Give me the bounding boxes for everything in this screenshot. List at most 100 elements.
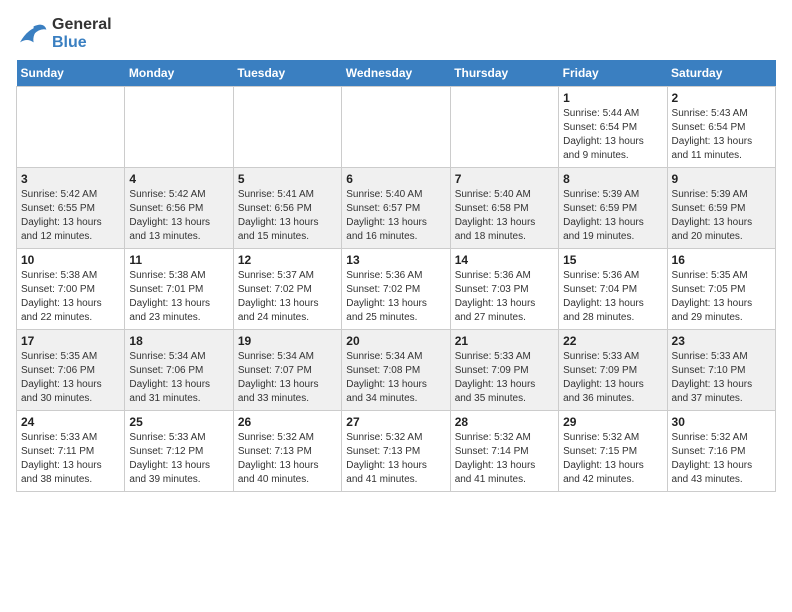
day-info: Sunrise: 5:39 AM Sunset: 6:59 PM Dayligh… bbox=[672, 188, 771, 244]
calendar-header-tuesday: Tuesday bbox=[233, 60, 341, 87]
calendar-header-wednesday: Wednesday bbox=[342, 60, 450, 87]
day-info: Sunrise: 5:43 AM Sunset: 6:54 PM Dayligh… bbox=[672, 107, 771, 163]
calendar-cell: 3 Sunrise: 5:42 AM Sunset: 6:55 PM Daylig… bbox=[17, 168, 125, 249]
day-info: Sunrise: 5:32 AM Sunset: 7:16 PM Dayligh… bbox=[672, 431, 771, 487]
day-info: Sunrise: 5:34 AM Sunset: 7:08 PM Dayligh… bbox=[346, 350, 445, 406]
day-info: Sunrise: 5:41 AM Sunset: 6:56 PM Dayligh… bbox=[238, 188, 337, 244]
calendar-cell: 4 Sunrise: 5:42 AM Sunset: 6:56 PM Daylig… bbox=[125, 168, 233, 249]
day-number: 21 bbox=[455, 334, 554, 348]
calendar-cell: 2 Sunrise: 5:43 AM Sunset: 6:54 PM Daylig… bbox=[667, 87, 775, 168]
day-number: 12 bbox=[238, 253, 337, 267]
day-info: Sunrise: 5:36 AM Sunset: 7:04 PM Dayligh… bbox=[563, 269, 662, 325]
day-number: 5 bbox=[238, 172, 337, 186]
logo-text: General Blue bbox=[52, 16, 112, 52]
calendar-header-saturday: Saturday bbox=[667, 60, 775, 87]
day-info: Sunrise: 5:35 AM Sunset: 7:06 PM Dayligh… bbox=[21, 350, 120, 406]
calendar-cell: 19 Sunrise: 5:34 AM Sunset: 7:07 PM Dayli… bbox=[233, 330, 341, 411]
day-info: Sunrise: 5:32 AM Sunset: 7:15 PM Dayligh… bbox=[563, 431, 662, 487]
day-number: 18 bbox=[129, 334, 228, 348]
day-number: 20 bbox=[346, 334, 445, 348]
day-number: 25 bbox=[129, 415, 228, 429]
day-info: Sunrise: 5:32 AM Sunset: 7:14 PM Dayligh… bbox=[455, 431, 554, 487]
day-number: 9 bbox=[672, 172, 771, 186]
calendar-cell: 13Sunrise: 5:36 AM Sunset: 7:02 PM Dayli… bbox=[342, 249, 450, 330]
calendar-cell: 10 Sunrise: 5:38 AM Sunset: 7:00 PM Dayli… bbox=[17, 249, 125, 330]
calendar-cell bbox=[125, 87, 233, 168]
header: General Blue bbox=[16, 16, 776, 52]
day-info: Sunrise: 5:44 AM Sunset: 6:54 PM Dayligh… bbox=[563, 107, 662, 163]
day-number: 14 bbox=[455, 253, 554, 267]
calendar-cell: 20 Sunrise: 5:34 AM Sunset: 7:08 PM Dayli… bbox=[342, 330, 450, 411]
calendar-week-row: 3 Sunrise: 5:42 AM Sunset: 6:55 PM Daylig… bbox=[17, 168, 776, 249]
calendar-week-row: 1 Sunrise: 5:44 AM Sunset: 6:54 PM Daylig… bbox=[17, 87, 776, 168]
day-info: Sunrise: 5:33 AM Sunset: 7:09 PM Dayligh… bbox=[455, 350, 554, 406]
day-number: 29 bbox=[563, 415, 662, 429]
calendar-cell: 30 Sunrise: 5:32 AM Sunset: 7:16 PM Dayli… bbox=[667, 411, 775, 492]
day-info: Sunrise: 5:35 AM Sunset: 7:05 PM Dayligh… bbox=[672, 269, 771, 325]
day-info: Sunrise: 5:40 AM Sunset: 6:58 PM Dayligh… bbox=[455, 188, 554, 244]
day-number: 4 bbox=[129, 172, 228, 186]
day-number: 28 bbox=[455, 415, 554, 429]
day-number: 15 bbox=[563, 253, 662, 267]
day-number: 23 bbox=[672, 334, 771, 348]
calendar-header-thursday: Thursday bbox=[450, 60, 558, 87]
calendar-cell bbox=[342, 87, 450, 168]
calendar-week-row: 17Sunrise: 5:35 AM Sunset: 7:06 PM Dayli… bbox=[17, 330, 776, 411]
day-number: 22 bbox=[563, 334, 662, 348]
calendar-cell bbox=[450, 87, 558, 168]
calendar-cell: 27 Sunrise: 5:32 AM Sunset: 7:13 PM Dayli… bbox=[342, 411, 450, 492]
day-number: 10 bbox=[21, 253, 120, 267]
day-number: 27 bbox=[346, 415, 445, 429]
day-info: Sunrise: 5:34 AM Sunset: 7:06 PM Dayligh… bbox=[129, 350, 228, 406]
day-number: 30 bbox=[672, 415, 771, 429]
day-number: 6 bbox=[346, 172, 445, 186]
day-info: Sunrise: 5:38 AM Sunset: 7:01 PM Dayligh… bbox=[129, 269, 228, 325]
day-number: 3 bbox=[21, 172, 120, 186]
day-number: 24 bbox=[21, 415, 120, 429]
day-info: Sunrise: 5:42 AM Sunset: 6:56 PM Dayligh… bbox=[129, 188, 228, 244]
calendar-cell: 7Sunrise: 5:40 AM Sunset: 6:58 PM Daylig… bbox=[450, 168, 558, 249]
day-info: Sunrise: 5:39 AM Sunset: 6:59 PM Dayligh… bbox=[563, 188, 662, 244]
calendar-header-sunday: Sunday bbox=[17, 60, 125, 87]
calendar-cell: 22 Sunrise: 5:33 AM Sunset: 7:09 PM Dayli… bbox=[559, 330, 667, 411]
day-info: Sunrise: 5:33 AM Sunset: 7:10 PM Dayligh… bbox=[672, 350, 771, 406]
day-number: 19 bbox=[238, 334, 337, 348]
day-info: Sunrise: 5:40 AM Sunset: 6:57 PM Dayligh… bbox=[346, 188, 445, 244]
day-info: Sunrise: 5:32 AM Sunset: 7:13 PM Dayligh… bbox=[346, 431, 445, 487]
calendar-week-row: 24Sunrise: 5:33 AM Sunset: 7:11 PM Dayli… bbox=[17, 411, 776, 492]
day-info: Sunrise: 5:33 AM Sunset: 7:12 PM Dayligh… bbox=[129, 431, 228, 487]
day-info: Sunrise: 5:32 AM Sunset: 7:13 PM Dayligh… bbox=[238, 431, 337, 487]
day-info: Sunrise: 5:36 AM Sunset: 7:03 PM Dayligh… bbox=[455, 269, 554, 325]
calendar-cell: 6 Sunrise: 5:40 AM Sunset: 6:57 PM Daylig… bbox=[342, 168, 450, 249]
calendar-header-monday: Monday bbox=[125, 60, 233, 87]
calendar-cell: 15 Sunrise: 5:36 AM Sunset: 7:04 PM Dayli… bbox=[559, 249, 667, 330]
day-number: 8 bbox=[563, 172, 662, 186]
day-number: 11 bbox=[129, 253, 228, 267]
calendar-cell bbox=[17, 87, 125, 168]
day-info: Sunrise: 5:42 AM Sunset: 6:55 PM Dayligh… bbox=[21, 188, 120, 244]
day-number: 16 bbox=[672, 253, 771, 267]
logo: General Blue bbox=[16, 16, 112, 52]
day-number: 2 bbox=[672, 91, 771, 105]
calendar-cell: 1 Sunrise: 5:44 AM Sunset: 6:54 PM Daylig… bbox=[559, 87, 667, 168]
day-info: Sunrise: 5:34 AM Sunset: 7:07 PM Dayligh… bbox=[238, 350, 337, 406]
calendar-cell: 26 Sunrise: 5:32 AM Sunset: 7:13 PM Dayli… bbox=[233, 411, 341, 492]
calendar-week-row: 10 Sunrise: 5:38 AM Sunset: 7:00 PM Dayli… bbox=[17, 249, 776, 330]
calendar-cell: 28 Sunrise: 5:32 AM Sunset: 7:14 PM Dayli… bbox=[450, 411, 558, 492]
calendar-cell: 5 Sunrise: 5:41 AM Sunset: 6:56 PM Daylig… bbox=[233, 168, 341, 249]
day-number: 26 bbox=[238, 415, 337, 429]
day-number: 1 bbox=[563, 91, 662, 105]
calendar-cell: 23 Sunrise: 5:33 AM Sunset: 7:10 PM Dayli… bbox=[667, 330, 775, 411]
calendar-cell: 18 Sunrise: 5:34 AM Sunset: 7:06 PM Dayli… bbox=[125, 330, 233, 411]
day-info: Sunrise: 5:38 AM Sunset: 7:00 PM Dayligh… bbox=[21, 269, 120, 325]
calendar-cell: 24Sunrise: 5:33 AM Sunset: 7:11 PM Dayli… bbox=[17, 411, 125, 492]
calendar-cell: 9 Sunrise: 5:39 AM Sunset: 6:59 PM Daylig… bbox=[667, 168, 775, 249]
day-info: Sunrise: 5:33 AM Sunset: 7:09 PM Dayligh… bbox=[563, 350, 662, 406]
day-number: 13 bbox=[346, 253, 445, 267]
calendar-cell: 11 Sunrise: 5:38 AM Sunset: 7:01 PM Dayli… bbox=[125, 249, 233, 330]
calendar-header-friday: Friday bbox=[559, 60, 667, 87]
day-info: Sunrise: 5:37 AM Sunset: 7:02 PM Dayligh… bbox=[238, 269, 337, 325]
calendar-cell bbox=[233, 87, 341, 168]
calendar-cell: 21 Sunrise: 5:33 AM Sunset: 7:09 PM Dayli… bbox=[450, 330, 558, 411]
calendar-header-row: SundayMondayTuesdayWednesdayThursdayFrid… bbox=[17, 60, 776, 87]
